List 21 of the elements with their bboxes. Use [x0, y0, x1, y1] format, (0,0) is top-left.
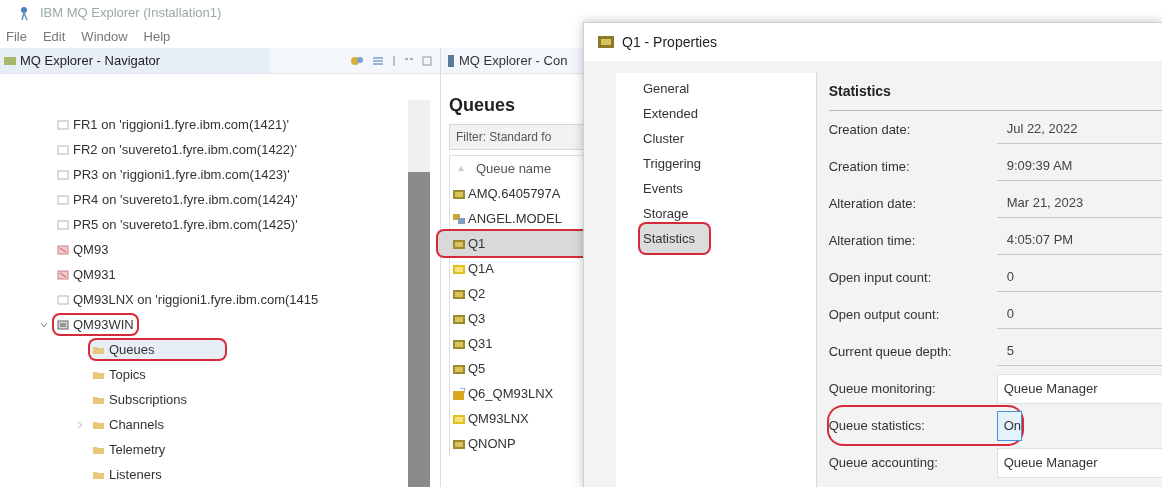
value-field: 5: [996, 337, 1162, 366]
value-field: 9:09:39 AM: [996, 152, 1162, 181]
field-label: Creation date:: [828, 120, 912, 139]
field-label: Queue accounting:: [828, 453, 939, 472]
field-label: Alteration time:: [828, 231, 917, 250]
value-field: 4:05:07 PM: [996, 226, 1162, 255]
value-field: 0: [996, 300, 1162, 329]
value-field: Jul 22, 2022: [996, 115, 1162, 144]
dialog-title: Q1 - Properties: [622, 32, 717, 52]
field-label: Current queue depth:: [828, 342, 953, 361]
window-title: IBM MQ Explorer (Installation1): [40, 4, 222, 23]
page-heading: Queues: [449, 93, 516, 117]
section-title: Statistics: [828, 73, 1162, 111]
field-label: Queue statistics:: [828, 416, 926, 435]
field-label: Queue monitoring:: [828, 379, 937, 398]
field-label: Creation time:: [828, 157, 911, 176]
field-label: Open output count:: [828, 305, 941, 324]
field-label: Open input count:: [828, 268, 933, 287]
value-field: 0: [996, 263, 1162, 292]
field-label: Alteration date:: [828, 194, 918, 213]
value-field: Mar 21, 2023: [996, 189, 1162, 218]
